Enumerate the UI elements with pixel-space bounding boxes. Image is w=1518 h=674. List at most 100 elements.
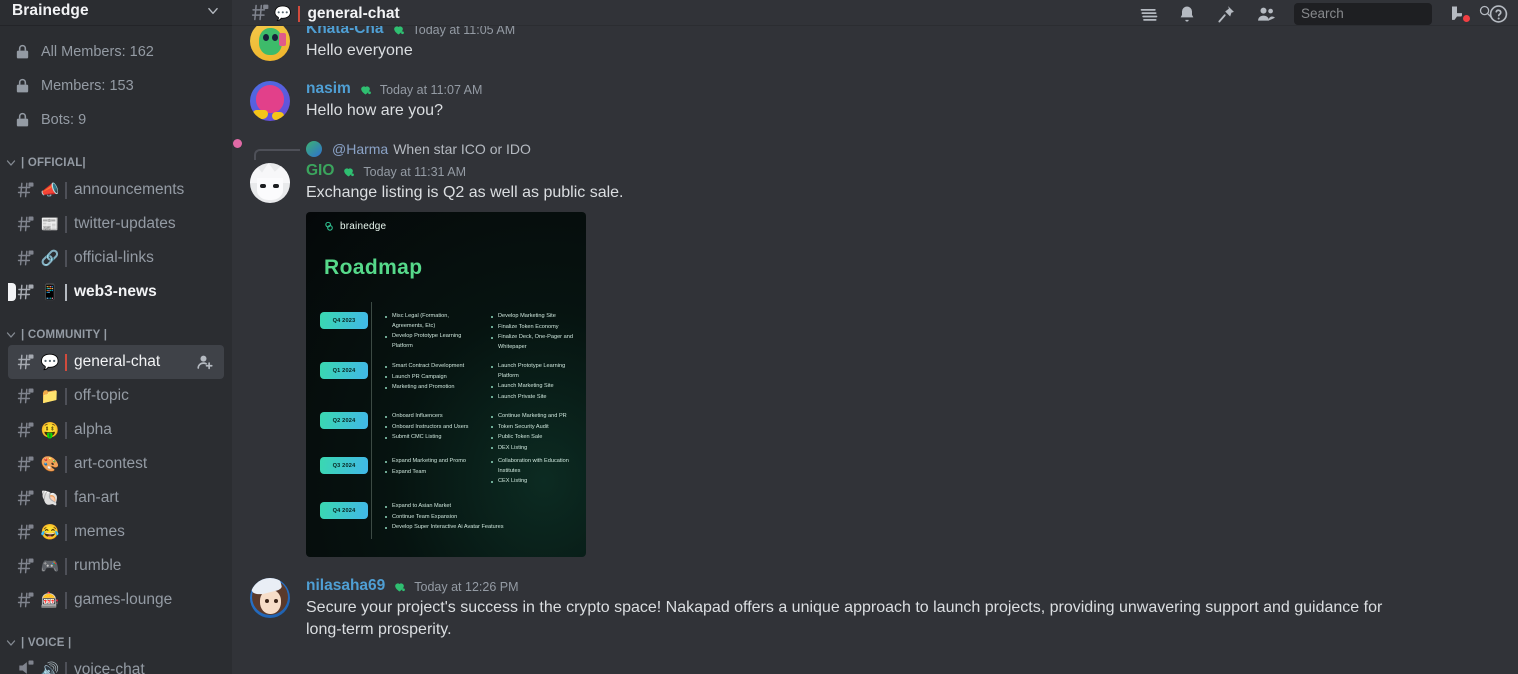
message-text: Hello how are you? xyxy=(306,102,443,119)
channel-name: off-topic xyxy=(74,387,129,404)
channel-emoji: 💬 xyxy=(274,5,292,21)
roadmap-right-list: Develop Marketing Site Finalize Token Ec… xyxy=(491,312,583,353)
roadmap-right-list: Launch Prototype Learning Platform Launc… xyxy=(491,362,583,403)
sidebar-item-announcements[interactable]: 📣 announcements xyxy=(8,173,224,207)
category-community[interactable]: | COMMUNITY | xyxy=(0,325,232,345)
message-timestamp: Today at 11:05 AM xyxy=(412,26,516,37)
stat-members: Members: 153 xyxy=(0,69,232,103)
roadmap-right-list: Collaboration with Education Institutes … xyxy=(491,457,583,488)
header-toolbar xyxy=(1138,2,1510,25)
chevron-down-icon xyxy=(5,157,17,169)
channel-divider xyxy=(65,455,67,473)
message-body: Khata-Cha Today at 11:05 AM Hello everyo… xyxy=(306,26,1500,62)
sidebar-item-general-chat[interactable]: 💬 general-chat xyxy=(8,345,224,379)
sidebar-item-games-lounge[interactable]: 🎰 games-lounge xyxy=(8,583,224,617)
verified-badge-icon xyxy=(357,82,374,97)
channel-divider xyxy=(65,283,67,301)
channel-divider xyxy=(65,661,67,674)
channel-divider xyxy=(65,489,67,507)
message-header: Khata-Cha Today at 11:05 AM xyxy=(306,26,1500,40)
pin-icon[interactable] xyxy=(1216,4,1238,24)
search-box[interactable] xyxy=(1294,2,1492,25)
channel-emoji: 😂 xyxy=(40,523,60,541)
threads-icon[interactable] xyxy=(1138,4,1160,24)
sidebar-item-rumble[interactable]: 🎮 rumble xyxy=(8,549,224,583)
hash-lock-icon xyxy=(16,488,38,508)
avatar[interactable] xyxy=(250,578,290,618)
roadmap-item: Develop Marketing Site xyxy=(491,312,583,322)
roadmap-left-list: Smart Contract Development Launch PR Cam… xyxy=(385,362,477,403)
channel-name: fan-art xyxy=(74,489,119,506)
reply-author[interactable]: @Harma xyxy=(332,141,388,157)
channel-divider xyxy=(298,5,301,22)
sidebar-item-twitter-updates[interactable]: 📰 twitter-updates xyxy=(8,207,224,241)
message-author[interactable]: Khata-Cha xyxy=(306,26,384,38)
channel-emoji: 💬 xyxy=(40,353,60,371)
avatar[interactable] xyxy=(250,81,290,121)
chevron-down-icon[interactable] xyxy=(206,4,220,18)
roadmap-columns: Expand to Asian Market Continue Team Exp… xyxy=(368,502,585,534)
sidebar-item-fan-art[interactable]: 🐚 fan-art xyxy=(8,481,224,515)
category-voice[interactable]: | VOICE | xyxy=(0,633,232,653)
message-text: Hello everyone xyxy=(306,42,413,59)
page-title: general-chat xyxy=(307,4,400,22)
unread-indicator xyxy=(8,283,16,301)
bell-icon[interactable] xyxy=(1177,4,1199,24)
message-timestamp: Today at 12:26 PM xyxy=(414,580,519,594)
members-icon[interactable] xyxy=(1255,4,1277,24)
sidebar-item-web3-news[interactable]: 📱 web3-news xyxy=(8,275,224,309)
roadmap-columns: Onboard Influencers Onboard Instructors … xyxy=(368,412,583,454)
roadmap-item: CEX Listing xyxy=(491,477,583,487)
sidebar-item-art-contest[interactable]: 🎨 art-contest xyxy=(8,447,224,481)
roadmap-item: Launch Prototype Learning Platform xyxy=(491,362,583,381)
message-author[interactable]: nasim xyxy=(306,80,351,98)
channel-divider xyxy=(65,353,67,371)
roadmap-item: Finalize Deck, One-Pager and Whitepaper xyxy=(491,333,583,352)
roadmap-item: Collaboration with Education Institutes xyxy=(491,457,583,476)
channel-divider xyxy=(65,523,67,541)
reply-reference[interactable]: @Harma When star ICO or IDO xyxy=(232,138,1518,160)
add-member-icon[interactable] xyxy=(196,353,214,371)
avatar[interactable] xyxy=(250,163,290,203)
roadmap-quarter: Q4 2023 xyxy=(320,312,368,329)
main-content: 💬 general-chat Search Khata-Cha Today at… xyxy=(232,0,1518,674)
sidebar-item-alpha[interactable]: 🤑 alpha xyxy=(8,413,224,447)
sidebar-item-memes[interactable]: 😂 memes xyxy=(8,515,224,549)
message-body: nilasaha69 Today at 12:26 PM Secure your… xyxy=(306,575,1500,641)
message-author[interactable]: GIO xyxy=(306,162,334,180)
category-official[interactable]: | OFFICIAL| xyxy=(0,153,232,173)
avatar[interactable] xyxy=(250,26,290,61)
stat-label: Members: 153 xyxy=(41,78,134,94)
roadmap-item: Expand to Asian Market xyxy=(385,502,585,512)
sidebar-item-off-topic[interactable]: 📁 off-topic xyxy=(8,379,224,413)
hash-lock-icon xyxy=(16,386,38,406)
roadmap-item: Finalize Token Economy xyxy=(491,323,583,333)
sidebar-item-official-links[interactable]: 🔗 official-links xyxy=(8,241,224,275)
roadmap-right-list: Continue Marketing and PR Token Security… xyxy=(491,412,583,454)
roadmap-row: Q4 2024 Expand to Asian Market Continue … xyxy=(320,502,580,534)
channel-name: games-lounge xyxy=(74,591,173,608)
roadmap-item: Token Security Audit xyxy=(491,423,583,433)
channel-divider xyxy=(65,181,67,199)
help-icon[interactable] xyxy=(1488,4,1510,24)
roadmap-quarter: Q4 2024 xyxy=(320,502,368,519)
roadmap-image[interactable]: brainedge Roadmap Q4 2023 Misc Legal (Fo… xyxy=(306,212,586,557)
stat-all-members: All Members: 162 xyxy=(0,35,232,69)
channel-name: voice-chat xyxy=(74,661,145,674)
stat-label: All Members: 162 xyxy=(41,44,154,60)
logo-text: brainedge xyxy=(340,221,387,232)
message-author[interactable]: nilasaha69 xyxy=(306,577,385,595)
roadmap-item: Submit CMC Listing xyxy=(385,433,477,443)
inbox-button[interactable] xyxy=(1449,4,1472,24)
server-header[interactable]: Brainedge xyxy=(0,0,232,26)
message-list[interactable]: Khata-Cha Today at 11:05 AM Hello everyo… xyxy=(232,26,1518,674)
channel-name: memes xyxy=(74,523,125,540)
channel-emoji: 📱 xyxy=(40,283,60,301)
hash-lock-icon xyxy=(16,590,38,610)
hash-lock-icon xyxy=(16,180,38,200)
verified-badge-icon xyxy=(340,164,357,179)
sidebar-item-voice-chat[interactable]: 🔊 voice-chat xyxy=(8,653,224,674)
roadmap-item: DEX Listing xyxy=(491,444,583,454)
channel-divider xyxy=(65,249,67,267)
hash-lock-icon xyxy=(16,352,38,372)
